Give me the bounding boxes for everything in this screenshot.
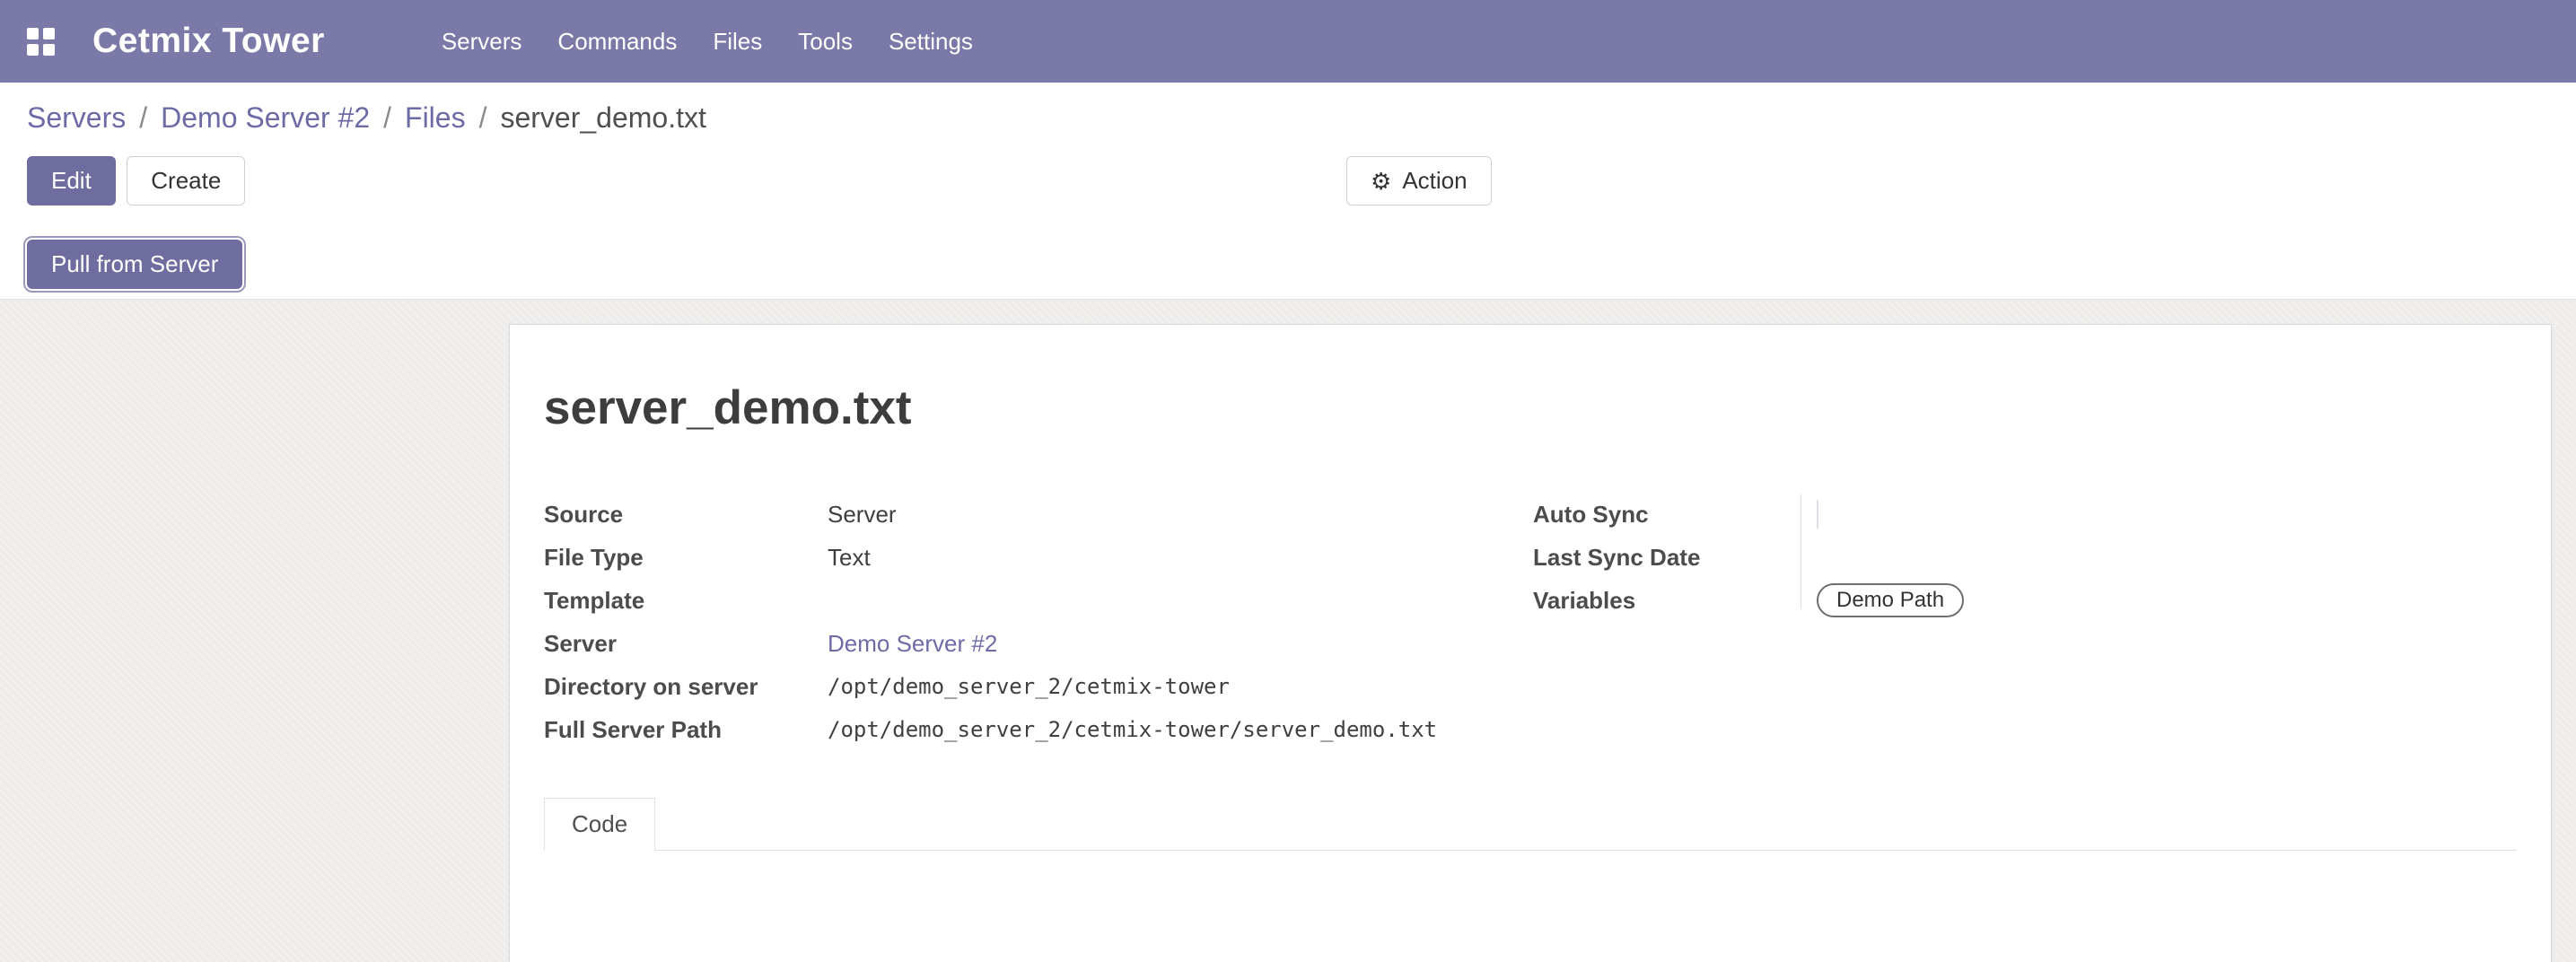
gear-icon: ⚙ [1371,170,1391,193]
field-label: Source [544,501,828,529]
field-row-auto-sync: Auto Sync [1533,493,2517,536]
breadcrumb-separator: / [479,101,487,135]
field-value-source: Server [828,501,1533,529]
field-label: Auto Sync [1533,501,1817,529]
notebook: Code [544,798,2517,962]
menu-files[interactable]: Files [711,21,764,63]
field-label: Template [544,587,828,615]
create-button[interactable]: Create [127,156,245,206]
field-value-directory: /opt/demo_server_2/cetmix-tower [828,674,1533,699]
server-record-link[interactable]: Demo Server #2 [828,630,1533,658]
control-panel-buttons: Edit Create ⚙ Action [0,153,2576,210]
edit-button[interactable]: Edit [27,156,116,206]
code-tab-content [544,851,2517,962]
field-value-full-path: /opt/demo_server_2/cetmix-tower/server_d… [828,717,1533,742]
object-buttons-row: Pull from Server [0,210,2576,299]
auto-sync-checkbox[interactable] [1817,500,1818,529]
menu-commands[interactable]: Commands [556,21,679,63]
breadcrumb-files[interactable]: Files [405,101,466,135]
pull-from-server-button[interactable]: Pull from Server [27,240,242,289]
breadcrumb-separator: / [383,101,391,135]
breadcrumb: Servers / Demo Server #2 / Files / serve… [0,83,2576,153]
top-navbar: Cetmix Tower Servers Commands Files Tool… [0,0,2576,83]
field-label: File Type [544,544,828,572]
field-label: Full Server Path [544,716,828,744]
breadcrumb-servers[interactable]: Servers [27,101,126,135]
field-label: Server [544,630,828,658]
menu-servers[interactable]: Servers [440,21,524,63]
variable-tag-demo-path[interactable]: Demo Path [1817,583,1964,617]
breadcrumb-demo-server[interactable]: Demo Server #2 [161,101,370,135]
app-brand[interactable]: Cetmix Tower [92,22,325,61]
field-row-server: Server Demo Server #2 [544,622,1533,665]
field-row-file-type: File Type Text [544,536,1533,579]
record-title: server_demo.txt [544,380,2517,435]
field-row-source: Source Server [544,493,1533,536]
breadcrumb-separator: / [139,101,147,135]
form-view-background: server_demo.txt Source Server File Type … [0,299,2576,962]
field-row-variables: Variables Demo Path [1533,579,2517,622]
menu-settings[interactable]: Settings [887,21,975,63]
tab-code[interactable]: Code [544,798,655,851]
field-row-last-sync-date: Last Sync Date [1533,536,2517,579]
action-button-label: Action [1402,167,1467,195]
field-row-template: Template [544,579,1533,622]
field-value-file-type: Text [828,544,1533,572]
notebook-tabs: Code [544,798,2517,851]
app-window: Cetmix Tower Servers Commands Files Tool… [0,0,2576,962]
field-label: Directory on server [544,673,828,701]
field-group-left: Source Server File Type Text Template Se… [544,493,1533,751]
menu-tools[interactable]: Tools [796,21,854,63]
field-label: Last Sync Date [1533,544,1817,572]
field-row-full-path: Full Server Path /opt/demo_server_2/cetm… [544,708,1533,751]
breadcrumb-current: server_demo.txt [500,101,705,135]
field-groups: Source Server File Type Text Template Se… [544,493,2517,751]
action-button[interactable]: ⚙ Action [1346,156,1492,206]
apps-grid-icon[interactable] [27,28,55,56]
form-sheet: server_demo.txt Source Server File Type … [509,324,2552,962]
field-row-directory: Directory on server /opt/demo_server_2/c… [544,665,1533,708]
field-group-right: Auto Sync Last Sync Date Variables Demo … [1533,493,2517,751]
field-label: Variables [1533,587,1817,615]
main-menu: Servers Commands Files Tools Settings [440,21,975,63]
